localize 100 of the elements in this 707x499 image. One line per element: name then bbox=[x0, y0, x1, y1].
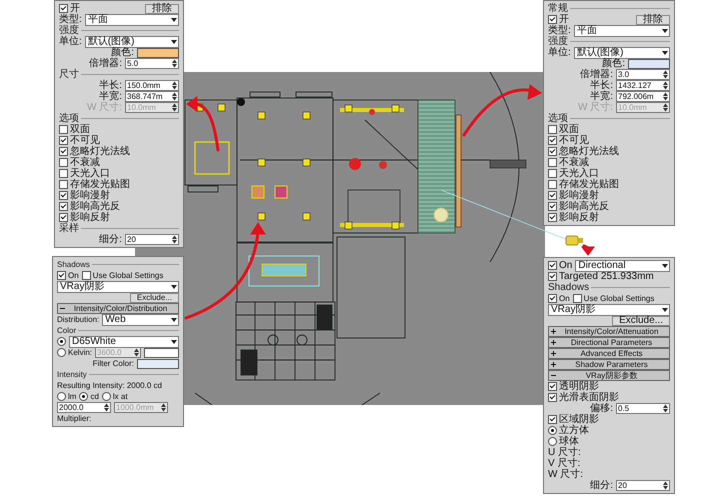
checkbox[interactable]: 影响漫射 bbox=[548, 190, 599, 200]
spinner-icon bbox=[172, 92, 177, 101]
color-swatch[interactable] bbox=[137, 48, 179, 58]
light-icon bbox=[566, 236, 583, 246]
dropdown[interactable]: 平面 bbox=[574, 24, 670, 36]
checkbox[interactable]: 开 bbox=[59, 4, 80, 14]
rollout-bar[interactable]: Directional Parameters bbox=[548, 337, 670, 348]
checkbox[interactable]: 影响高光反 bbox=[59, 202, 120, 212]
number-field[interactable]: 3.0 bbox=[616, 69, 670, 80]
checkbox[interactable]: On bbox=[548, 294, 570, 304]
spinner-icon bbox=[172, 81, 177, 90]
field-label: 倍增器: bbox=[89, 58, 122, 68]
checkbox[interactable]: Use Global Settings bbox=[572, 294, 654, 304]
dropdown[interactable]: 默认(图像) bbox=[84, 36, 179, 48]
checkbox[interactable]: 天光入口 bbox=[548, 168, 599, 178]
field-label: 单位: bbox=[59, 36, 82, 46]
field-label: 细分: bbox=[99, 234, 122, 244]
field-label: 类型: bbox=[59, 14, 82, 24]
spinner-icon bbox=[663, 81, 668, 90]
spinner-icon bbox=[663, 70, 668, 79]
checkbox[interactable]: 忽略灯光法线 bbox=[59, 146, 130, 156]
radio-button[interactable]: 立方体 bbox=[548, 426, 589, 436]
number-field[interactable]: 2000.0 bbox=[57, 402, 111, 413]
number-field[interactable]: 0.5 bbox=[616, 403, 670, 414]
rollout-bar[interactable]: Intensity/Color/Attenuation bbox=[548, 326, 670, 337]
number-field[interactable]: 1432.127 bbox=[616, 80, 670, 91]
spinner-icon bbox=[161, 403, 166, 412]
panel-button[interactable]: Exclude... bbox=[612, 316, 670, 326]
caret-icon bbox=[171, 318, 177, 322]
checkbox[interactable]: 天光入口 bbox=[59, 168, 110, 178]
checkbox[interactable]: Targeted bbox=[548, 272, 598, 282]
color-swatch[interactable] bbox=[137, 358, 179, 368]
number-field[interactable]: 150.0mm bbox=[125, 80, 179, 91]
dropdown[interactable]: VRay阴影 bbox=[57, 280, 179, 292]
dropdown[interactable]: VRay阴影 bbox=[548, 304, 670, 316]
checkbox[interactable]: 存储发光贴图 bbox=[548, 180, 619, 190]
field-label: Distribution: bbox=[57, 314, 100, 324]
checkbox[interactable]: 不衰减 bbox=[548, 158, 589, 168]
field-label: 偏移: bbox=[590, 404, 613, 414]
checkbox[interactable]: 忽略灯光法线 bbox=[548, 146, 619, 156]
field-label: Multiplier: bbox=[57, 414, 92, 424]
color-swatch[interactable] bbox=[628, 58, 670, 68]
group-label: 常规 bbox=[548, 4, 568, 14]
field-label: V 尺寸: bbox=[548, 458, 580, 468]
caret-icon bbox=[171, 340, 177, 344]
dropdown[interactable]: D65White bbox=[69, 336, 179, 348]
checkbox[interactable]: 双面 bbox=[548, 124, 579, 134]
group-label: 强度 bbox=[548, 36, 568, 46]
radio-button[interactable]: lm bbox=[57, 392, 76, 402]
number-field[interactable]: 20 bbox=[125, 234, 179, 245]
spinner-icon bbox=[172, 235, 177, 244]
panel-button[interactable]: 排除 bbox=[145, 4, 179, 14]
rollout-bar[interactable]: Advanced Effects bbox=[548, 348, 670, 359]
number-field[interactable]: 792.006m bbox=[616, 91, 670, 102]
checkbox[interactable]: 存储发光贴图 bbox=[59, 180, 130, 190]
dropdown[interactable]: Web bbox=[102, 314, 179, 326]
field-label: Resulting Intensity: 2000.0 cd bbox=[57, 380, 162, 390]
dropdown[interactable]: 默认(图像) bbox=[574, 46, 670, 58]
radio-button[interactable]: 球体 bbox=[548, 436, 579, 446]
field-label: 单位: bbox=[548, 48, 571, 58]
checkbox[interactable]: 透明阴影 bbox=[548, 382, 599, 392]
checkbox[interactable]: 影响漫射 bbox=[59, 190, 110, 200]
checkbox[interactable]: 影响反射 bbox=[548, 212, 599, 222]
checkbox[interactable]: 开 bbox=[548, 14, 569, 24]
caret-icon bbox=[662, 264, 668, 268]
checkbox[interactable]: 不可见 bbox=[59, 136, 100, 146]
panel-button[interactable]: Exclude... bbox=[130, 292, 179, 302]
dropdown[interactable]: Directional bbox=[575, 260, 670, 272]
checkbox[interactable]: 光滑表面阴影 bbox=[548, 392, 619, 402]
radio-button[interactable]: lx at bbox=[102, 392, 128, 402]
checkbox[interactable]: 区域阴影 bbox=[548, 414, 599, 424]
radio-button[interactable] bbox=[57, 337, 66, 346]
plus-icon bbox=[551, 340, 556, 345]
caret-icon bbox=[662, 308, 668, 312]
rollout-bar[interactable]: Shadow Parameters bbox=[548, 359, 670, 370]
checkbox[interactable]: Use Global Settings bbox=[82, 270, 164, 280]
spinner-icon bbox=[663, 92, 668, 101]
caret-icon bbox=[171, 18, 177, 22]
rollout-bar[interactable]: VRay阴影参数 bbox=[548, 370, 670, 381]
caret-icon bbox=[171, 40, 177, 44]
group-label: Shadows bbox=[548, 282, 590, 292]
checkbox[interactable]: 不衰减 bbox=[59, 158, 100, 168]
rollout-bar[interactable]: Intensity/Color/Distribution bbox=[57, 303, 179, 314]
field-label: 半宽: bbox=[590, 92, 613, 102]
caret-icon bbox=[662, 28, 668, 32]
radio-button[interactable]: Kelvin: bbox=[57, 348, 92, 358]
checkbox[interactable]: On bbox=[548, 260, 572, 270]
dropdown[interactable]: 平面 bbox=[84, 14, 179, 26]
number-field[interactable]: 368.747m bbox=[125, 91, 179, 102]
color-swatch[interactable] bbox=[144, 348, 179, 358]
checkbox[interactable]: 双面 bbox=[59, 124, 90, 134]
panel-button[interactable]: 排除 bbox=[636, 14, 670, 24]
spinner-icon bbox=[663, 103, 668, 112]
radio-button[interactable]: cd bbox=[79, 392, 99, 402]
number-field[interactable]: 20 bbox=[616, 480, 670, 491]
checkbox[interactable]: On bbox=[57, 270, 79, 280]
number-field[interactable]: 5.0 bbox=[125, 58, 179, 69]
checkbox[interactable]: 影响高光反 bbox=[548, 202, 609, 212]
checkbox[interactable]: 不可见 bbox=[548, 136, 589, 146]
checkbox[interactable]: 影响反射 bbox=[59, 212, 110, 222]
